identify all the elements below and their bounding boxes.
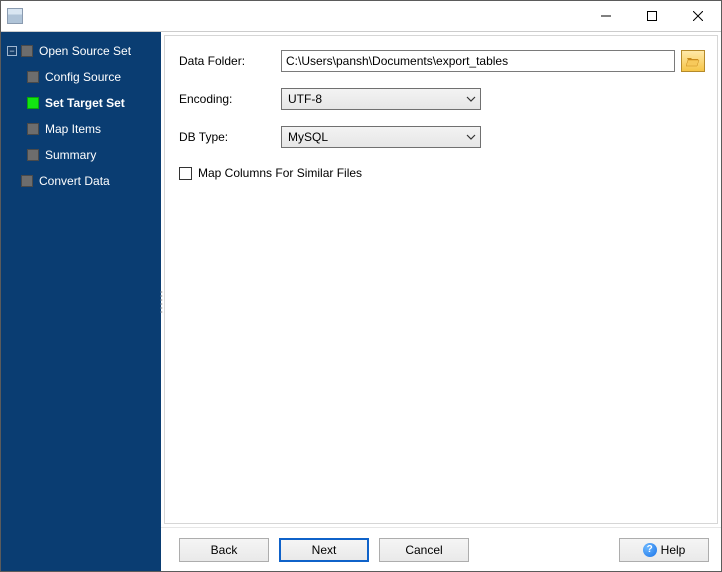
db-type-label: DB Type: [179, 130, 281, 144]
minimize-icon [601, 11, 611, 21]
main-panel: Data Folder: Encoding: UTF-8 [161, 32, 721, 571]
app-icon [7, 8, 23, 24]
db-type-value: MySQL [288, 130, 328, 144]
sidebar-item-label: Summary [45, 148, 96, 162]
encoding-value: UTF-8 [288, 92, 322, 106]
step-marker-icon [27, 123, 39, 135]
encoding-select[interactable]: UTF-8 [281, 88, 481, 110]
minimize-button[interactable] [583, 1, 629, 31]
next-button-label: Next [312, 543, 337, 557]
next-button[interactable]: Next [279, 538, 369, 562]
wizard-button-bar: Back Next Cancel ? Help [161, 527, 721, 571]
chevron-down-icon [466, 94, 476, 104]
db-type-select[interactable]: MySQL [281, 126, 481, 148]
app-window: − Open Source Set Config Source Set Targ… [0, 0, 722, 572]
expand-toggle-icon[interactable]: − [7, 46, 17, 56]
back-button[interactable]: Back [179, 538, 269, 562]
sidebar-item-open-source-set[interactable]: − Open Source Set [7, 38, 161, 64]
checkbox-icon [179, 167, 192, 180]
sidebar-item-set-target-set[interactable]: Set Target Set [27, 90, 161, 116]
cancel-button-label: Cancel [405, 543, 442, 557]
encoding-label: Encoding: [179, 92, 281, 106]
sidebar-item-convert-data[interactable]: + Convert Data [7, 168, 161, 194]
sidebar-item-label: Open Source Set [39, 44, 131, 58]
form-panel: Data Folder: Encoding: UTF-8 [164, 35, 718, 524]
browse-folder-button[interactable] [681, 50, 705, 72]
chevron-down-icon [466, 132, 476, 142]
titlebar [1, 1, 721, 31]
sidebar-resize-handle[interactable] [158, 32, 164, 571]
sidebar-item-label: Config Source [45, 70, 121, 84]
sidebar-item-label: Convert Data [39, 174, 110, 188]
help-button-label: Help [661, 543, 686, 557]
help-button[interactable]: ? Help [619, 538, 709, 562]
close-icon [693, 11, 703, 21]
grip-icon [160, 290, 163, 314]
back-button-label: Back [211, 543, 238, 557]
help-icon: ? [643, 543, 657, 557]
step-marker-icon [21, 175, 33, 187]
map-columns-label: Map Columns For Similar Files [198, 166, 362, 180]
close-button[interactable] [675, 1, 721, 31]
window-controls [583, 1, 721, 31]
sidebar-item-config-source[interactable]: Config Source [27, 64, 161, 90]
step-marker-icon [27, 97, 39, 109]
folder-open-icon [686, 55, 700, 67]
cancel-button[interactable]: Cancel [379, 538, 469, 562]
maximize-button[interactable] [629, 1, 675, 31]
data-folder-label: Data Folder: [179, 54, 281, 68]
step-marker-icon [27, 149, 39, 161]
wizard-sidebar: − Open Source Set Config Source Set Targ… [1, 32, 161, 571]
sidebar-item-label: Map Items [45, 122, 101, 136]
sidebar-item-map-items[interactable]: Map Items [27, 116, 161, 142]
step-marker-icon [21, 45, 33, 57]
step-marker-icon [27, 71, 39, 83]
map-columns-checkbox[interactable]: Map Columns For Similar Files [179, 164, 705, 182]
maximize-icon [647, 11, 657, 21]
sidebar-item-summary[interactable]: Summary [27, 142, 161, 168]
sidebar-item-label: Set Target Set [45, 96, 125, 110]
expand-placeholder: + [7, 176, 17, 186]
data-folder-input[interactable] [281, 50, 675, 72]
